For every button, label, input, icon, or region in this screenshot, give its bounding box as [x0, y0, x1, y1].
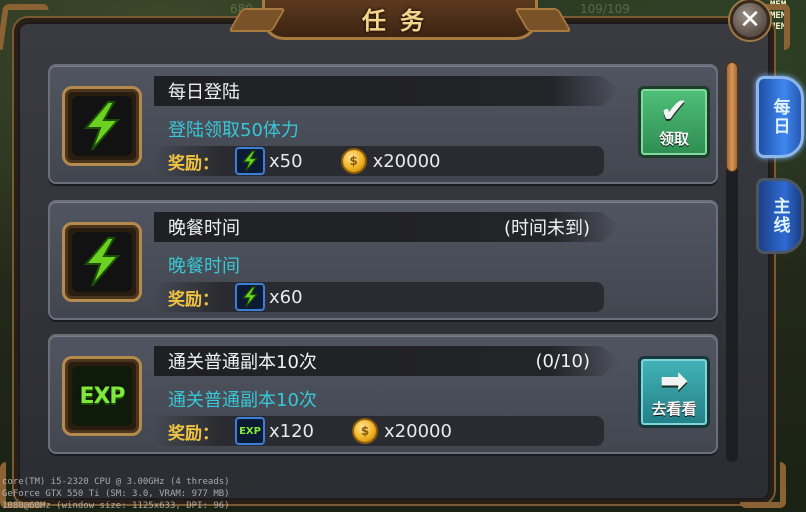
- reward-item: $ x20000: [340, 148, 441, 174]
- reward-item: $ x20000: [352, 418, 452, 444]
- quest-description: 晚餐时间: [168, 256, 240, 277]
- exp-icon: EXP: [79, 383, 125, 409]
- reward-amount: x60: [269, 286, 303, 308]
- close-button[interactable]: ✕: [730, 0, 770, 40]
- exp-icon: EXP: [239, 425, 261, 437]
- quest-card: EXP 通关普通副本10次 (0/10) 通关普通副本10次 奖励： EXP x…: [48, 334, 718, 454]
- quest-title-bar: 通关普通副本10次 (0/10): [154, 346, 620, 376]
- hud-value-right: 109/109: [580, 2, 630, 16]
- reward-item: x60: [235, 283, 303, 311]
- window-title-plate: 任务: [262, 0, 538, 40]
- reward-amount: x120: [269, 420, 315, 442]
- quest-progress: (0/10): [535, 350, 590, 372]
- frame-corner-ornament: [0, 4, 50, 50]
- scrollbar-thumb[interactable]: [726, 62, 738, 172]
- tab-main-story[interactable]: 主线: [756, 178, 804, 254]
- energy-bolt-icon: [83, 101, 121, 151]
- debug-line: GeForce GTX 550 Ti (SM: 3.0, VRAM: 977 M…: [2, 489, 230, 499]
- quest-icon-frame: [62, 86, 142, 166]
- quest-reward-bar: 奖励： EXP x120 $ x20000: [154, 416, 604, 446]
- gold-coin-icon: $: [340, 148, 367, 174]
- window-title: 任务: [362, 7, 438, 35]
- checkmark-icon: ✔: [659, 91, 689, 131]
- go-see-button-label: 去看看: [651, 400, 697, 418]
- reward-item: x50: [235, 147, 303, 175]
- reward-amount: x20000: [372, 150, 441, 172]
- quest-reward-bar: 奖励： x60: [154, 282, 604, 312]
- debug-line: 1080@60Hz (window size: 1125x633, DPI: 9…: [2, 501, 230, 511]
- close-icon: ✕: [739, 5, 761, 35]
- frame-corner-ornament: [740, 462, 786, 508]
- quest-title: 每日登陆: [168, 82, 240, 103]
- reward-label: 奖励：: [168, 289, 219, 310]
- quest-description: 通关普通副本10次: [168, 390, 317, 411]
- energy-bolt-icon: [241, 286, 259, 308]
- energy-bolt-icon: [241, 150, 259, 172]
- quest-title: 晚餐时间: [168, 218, 240, 239]
- reward-amount: x20000: [384, 420, 452, 442]
- claim-button[interactable]: ✔ 领取: [638, 86, 710, 158]
- quest-card: 晚餐时间 (时间未到) 晚餐时间 奖励： x60: [48, 200, 718, 320]
- reward-label: 奖励：: [168, 153, 219, 174]
- quest-status: (时间未到): [503, 218, 590, 239]
- arrow-right-icon: ➡: [659, 361, 689, 401]
- quest-card: 每日登陆 登陆领取50体力 奖励： x50 $ x20000 ✔ 领取: [48, 64, 718, 184]
- reward-amount: x50: [269, 150, 303, 172]
- gold-coin-icon: $: [352, 418, 379, 444]
- debug-line: core(TM) i5-2320 CPU @ 3.00GHz (4 thread…: [2, 477, 230, 487]
- go-see-button[interactable]: ➡ 去看看: [638, 356, 710, 428]
- quest-icon-frame: EXP: [62, 356, 142, 436]
- claim-button-label: 领取: [658, 130, 689, 148]
- reward-item: EXP x120: [235, 417, 314, 445]
- quest-reward-bar: 奖励： x50 $ x20000: [154, 146, 604, 176]
- quest-description: 登陆领取50体力: [168, 120, 299, 141]
- quest-icon-frame: [62, 222, 142, 302]
- energy-bolt-icon: [83, 237, 121, 287]
- tab-daily[interactable]: 每日: [756, 76, 804, 158]
- quest-title-bar: 每日登陆: [154, 76, 620, 106]
- debug-overlay: core(TM) i5-2320 CPU @ 3.00GHz (4 thread…: [0, 476, 290, 512]
- reward-label: 奖励：: [168, 423, 219, 444]
- quest-list-scrollbar[interactable]: [726, 62, 738, 462]
- quest-title-bar: 晚餐时间 (时间未到): [154, 212, 620, 242]
- quest-title: 通关普通副本10次: [168, 352, 317, 373]
